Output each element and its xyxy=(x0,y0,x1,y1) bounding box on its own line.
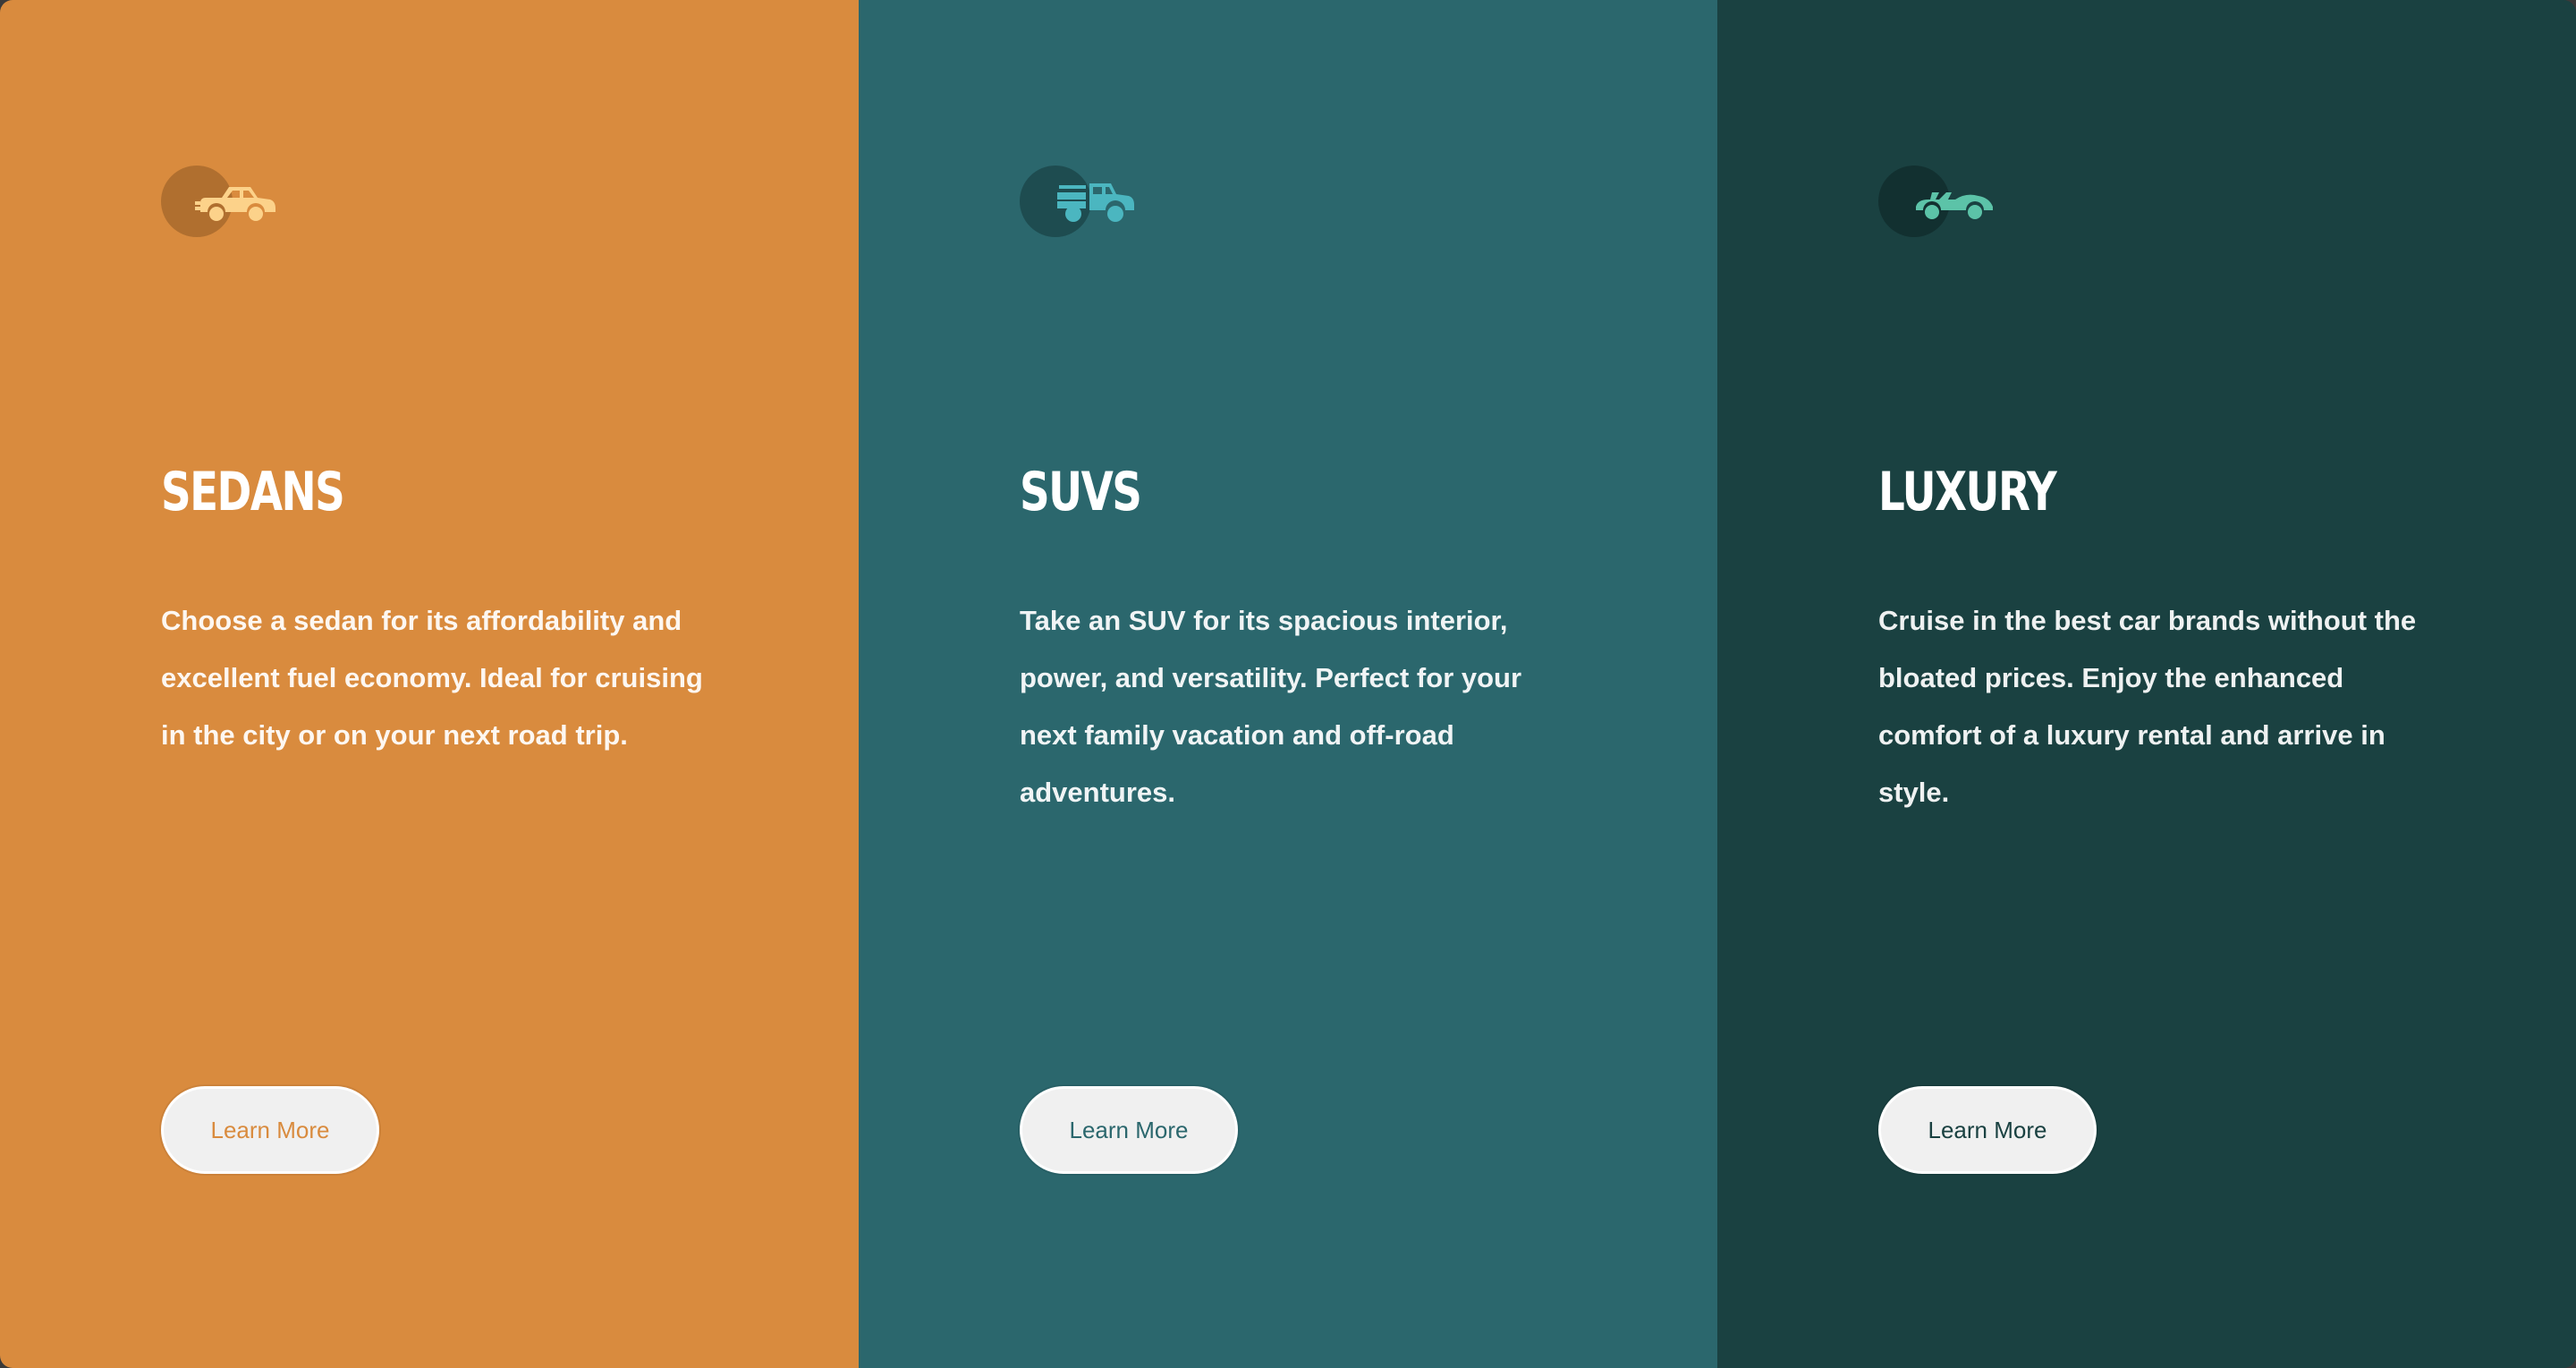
luxury-convertible-icon xyxy=(1878,166,2000,237)
card-title: SEDANS xyxy=(161,461,345,523)
card-suvs: SUVS Take an SUV for its spacious interi… xyxy=(859,0,1717,1368)
sedan-car-icon xyxy=(161,166,283,237)
learn-more-button[interactable]: Learn More xyxy=(1878,1086,2097,1174)
card-title: LUXURY xyxy=(1878,461,2057,523)
card-description: Choose a sedan for its affordability and… xyxy=(161,605,703,751)
card-title: SUVS xyxy=(1020,461,1142,523)
learn-more-button[interactable]: Learn More xyxy=(161,1086,379,1174)
car-category-cards: SEDANS Choose a sedan for its affordabil… xyxy=(0,0,2576,1368)
card-description: Cruise in the best car brands without th… xyxy=(1878,605,2417,808)
card-luxury: LUXURY Cruise in the best car brands wit… xyxy=(1717,0,2576,1368)
suv-car-icon xyxy=(1020,166,1141,237)
learn-more-button[interactable]: Learn More xyxy=(1020,1086,1238,1174)
card-description: Take an SUV for its spacious interior, p… xyxy=(1020,605,1522,808)
card-sedans: SEDANS Choose a sedan for its affordabil… xyxy=(0,0,859,1368)
